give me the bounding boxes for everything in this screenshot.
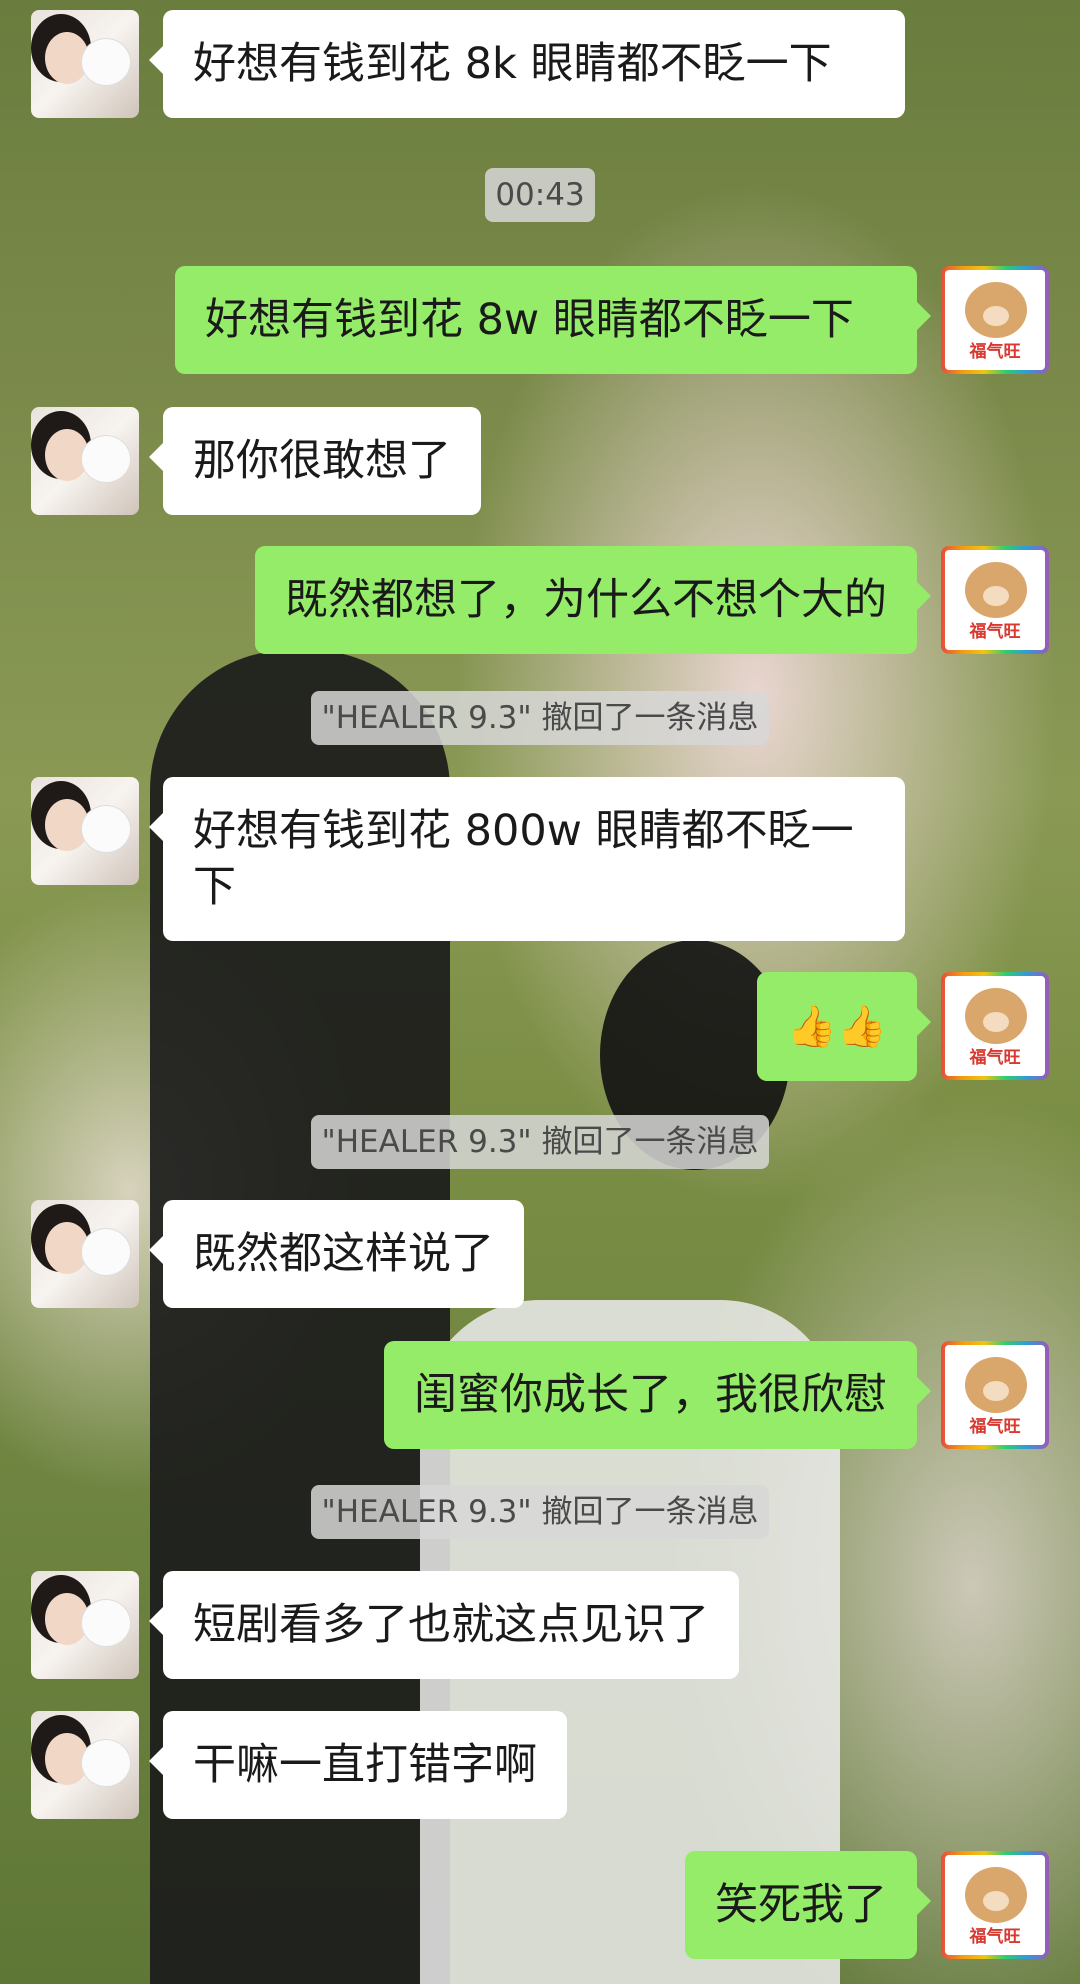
message-text: 闺蜜你成长了，我很欣慰 <box>414 1370 887 1420</box>
message-received: 既然都这样说了 <box>31 1200 524 1308</box>
message-received: 那你很敢想了 <box>31 407 481 515</box>
friend-avatar[interactable] <box>31 1200 139 1308</box>
self-avatar-label: 福气旺 <box>969 622 1021 642</box>
message-received: 好想有钱到花 800w 眼睛都不眨一下 <box>31 777 905 941</box>
friend-avatar[interactable] <box>31 407 139 515</box>
recall-notice-text: "HEALER 9.3" 撤回了一条消息 <box>311 1485 769 1539</box>
self-avatar-label: 福气旺 <box>969 342 1021 362</box>
recall-notice: "HEALER 9.3" 撤回了一条消息 <box>0 691 1080 745</box>
self-avatar[interactable]: 福气旺 <box>941 1341 1049 1449</box>
thumbs-up-icon: 👍👍 <box>787 1004 887 1050</box>
message-text: 既然都这样说了 <box>193 1229 494 1279</box>
message-sent: 福气旺 好想有钱到花 8w 眼睛都不眨一下 <box>175 266 1049 374</box>
message-bubble[interactable]: 👍👍 <box>757 972 931 1081</box>
friend-avatar[interactable] <box>31 1571 139 1679</box>
message-bubble[interactable]: 那你很敢想了 <box>149 407 481 515</box>
recall-notice-text: "HEALER 9.3" 撤回了一条消息 <box>311 691 769 745</box>
self-avatar-label: 福气旺 <box>969 1927 1021 1947</box>
message-sent: 福气旺 既然都想了，为什么不想个大的 <box>255 546 1049 654</box>
friend-avatar[interactable] <box>31 1711 139 1819</box>
message-bubble[interactable]: 笑死我了 <box>685 1851 931 1959</box>
message-received: 好想有钱到花 8k 眼睛都不眨一下 <box>31 10 905 118</box>
message-received: 短剧看多了也就这点见识了 <box>31 1571 739 1679</box>
message-bubble[interactable]: 既然都这样说了 <box>149 1200 524 1308</box>
message-bubble[interactable]: 既然都想了，为什么不想个大的 <box>255 546 931 654</box>
message-bubble[interactable]: 短剧看多了也就这点见识了 <box>149 1571 739 1679</box>
message-bubble[interactable]: 闺蜜你成长了，我很欣慰 <box>384 1341 931 1449</box>
timestamp-text: 00:43 <box>485 168 595 222</box>
self-avatar[interactable]: 福气旺 <box>941 546 1049 654</box>
message-received: 干嘛一直打错字啊 <box>31 1711 567 1819</box>
self-avatar[interactable]: 福气旺 <box>941 972 1049 1080</box>
message-text: 那你很敢想了 <box>193 436 451 486</box>
self-avatar-label: 福气旺 <box>969 1417 1021 1437</box>
message-text: 干嘛一直打错字啊 <box>193 1740 537 1790</box>
friend-avatar[interactable] <box>31 10 139 118</box>
message-text: 好想有钱到花 8k 眼睛都不眨一下 <box>193 39 832 89</box>
message-sent: 福气旺 👍👍 <box>757 972 1049 1081</box>
self-avatar-label: 福气旺 <box>969 1048 1021 1068</box>
message-text: 既然都想了，为什么不想个大的 <box>285 575 887 625</box>
message-bubble[interactable]: 好想有钱到花 8k 眼睛都不眨一下 <box>149 10 905 118</box>
timestamp: 00:43 <box>0 168 1080 222</box>
message-bubble[interactable]: 好想有钱到花 8w 眼睛都不眨一下 <box>175 266 931 374</box>
message-sent: 福气旺 闺蜜你成长了，我很欣慰 <box>384 1341 1049 1449</box>
message-text: 笑死我了 <box>715 1880 887 1930</box>
message-text: 好想有钱到花 800w 眼睛都不眨一下 <box>193 806 854 912</box>
self-avatar[interactable]: 福气旺 <box>941 266 1049 374</box>
message-bubble[interactable]: 干嘛一直打错字啊 <box>149 1711 567 1819</box>
message-text: 好想有钱到花 8w 眼睛都不眨一下 <box>205 295 854 345</box>
recall-notice: "HEALER 9.3" 撤回了一条消息 <box>0 1115 1080 1169</box>
friend-avatar[interactable] <box>31 777 139 885</box>
recall-notice-text: "HEALER 9.3" 撤回了一条消息 <box>311 1115 769 1169</box>
self-avatar[interactable]: 福气旺 <box>941 1851 1049 1959</box>
recall-notice: "HEALER 9.3" 撤回了一条消息 <box>0 1485 1080 1539</box>
message-sent: 福气旺 笑死我了 <box>685 1851 1049 1959</box>
message-bubble[interactable]: 好想有钱到花 800w 眼睛都不眨一下 <box>149 777 905 941</box>
message-text: 短剧看多了也就这点见识了 <box>193 1600 709 1650</box>
